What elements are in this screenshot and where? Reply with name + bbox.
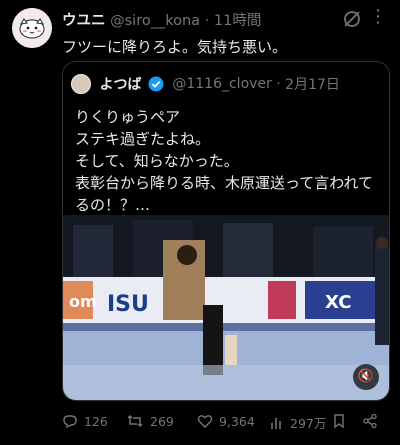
quote-separator-dot: · [276,76,281,92]
cartoon-avatar-icon [12,8,52,48]
bookmark-button[interactable] [332,413,346,429]
action-bar: 126 269 9,364 297万 [62,413,392,433]
author-name[interactable]: ウユニ [62,13,106,29]
heart-icon [197,415,213,428]
like-button[interactable]: 9,364 [197,413,255,429]
quote-line: そして、知らなかった。 [75,152,239,170]
share-icon [363,413,377,429]
quote-line: りくりゅうペア [75,108,181,126]
reply-count: 126 [84,413,108,429]
reply-icon [63,415,77,429]
reply-button[interactable]: 126 [62,413,108,429]
retweet-button[interactable]: 269 [126,413,174,429]
author-handle[interactable]: @siro__kona [110,13,200,29]
quote-header: よつば @1116_clover · 2月17日 [71,74,383,94]
author-avatar[interactable] [12,8,52,48]
isu-banner-text: ISU [107,292,149,317]
bookmark-icon [334,414,344,429]
mute-icon[interactable]: 🔇 [353,364,379,390]
tweet-header: ウユニ @siro__kona · 11時間 [62,9,390,31]
quote-line: 表彰台から降りる時、木原運送って言われて [75,174,374,192]
views-icon [271,417,281,429]
quote-author-name[interactable]: よつば [99,77,141,93]
quote-line: るの！？… [75,196,151,214]
like-count: 9,364 [219,413,255,429]
video-player[interactable]: om ISU XC 🔇 [63,215,389,400]
verified-badge-icon [148,76,164,92]
quoted-tweet[interactable]: よつば @1116_clover · 2月17日 りくりゅうペア ステキ過ぎたよ… [62,61,390,401]
separator-dot: · [204,13,210,29]
retweet-count: 269 [150,413,174,429]
tweet-text: フツーに降りろよ。気持ち悪い。 [62,38,288,56]
more-options-icon[interactable]: ⋮ [369,6,388,27]
share-button[interactable] [362,413,378,429]
tweet-time[interactable]: 11時間 [214,13,261,29]
views-count: 297万 [290,416,327,431]
svg-text:XC: XC [325,292,351,313]
skating-video-frame: om ISU XC [63,215,389,400]
quote-author-handle[interactable]: @1116_clover [172,76,271,92]
views-button[interactable]: 297万 [270,413,326,432]
quote-date[interactable]: 2月17日 [285,77,340,93]
quote-line: ステキ過ぎたよね。 [75,130,211,148]
quote-author-avatar[interactable] [71,74,91,94]
grok-icon[interactable] [342,9,362,29]
svg-text:om: om [69,292,97,311]
quote-text: りくりゅうペア ステキ過ぎたよね。 そして、知らなかった。 表彰台から降りる時、… [75,106,379,216]
retweet-icon [127,415,143,427]
